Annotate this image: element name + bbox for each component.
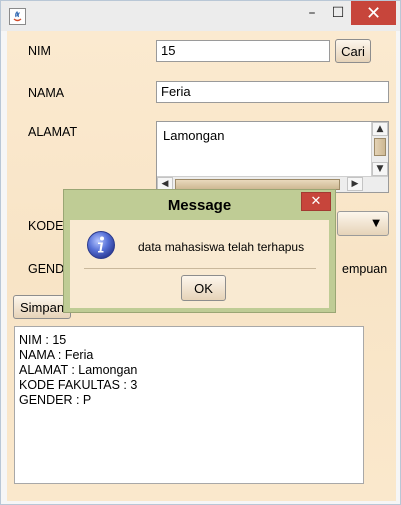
dialog-separator xyxy=(84,268,316,269)
alamat-textarea[interactable]: Lamongan ▲ ▼ ◀ ▶ xyxy=(156,121,389,193)
scroll-up-icon[interactable]: ▲ xyxy=(372,122,388,136)
chevron-down-icon: ▼ xyxy=(372,218,380,229)
cari-button[interactable]: Cari xyxy=(335,39,371,63)
nim-label: NIM xyxy=(28,44,51,58)
ok-button[interactable]: OK xyxy=(181,275,226,301)
output-line-alamat: ALAMAT : Lamongan xyxy=(19,363,138,377)
gender-perempuan-option[interactable]: empuan xyxy=(342,262,387,276)
output-area[interactable]: NIM : 15 NAMA : Feria ALAMAT : Lamongan … xyxy=(14,326,364,484)
close-button[interactable]: ✕ xyxy=(351,1,396,25)
title-bar: – ☐ ✕ xyxy=(1,1,400,31)
message-dialog: Message ✕ data mahasiswa telah terhapus … xyxy=(63,189,336,313)
output-line-nama: NAMA : Feria xyxy=(19,348,94,362)
nama-input[interactable]: Feria xyxy=(156,81,389,103)
scroll-down-icon[interactable]: ▼ xyxy=(372,162,388,176)
dialog-body: data mahasiswa telah terhapus OK xyxy=(70,220,329,308)
minimize-button[interactable]: – xyxy=(299,1,325,25)
dialog-title: Message xyxy=(167,196,232,214)
app-window: – ☐ ✕ NIM 15 Cari NAMA Feria ALAMAT Lamo… xyxy=(0,0,401,505)
alamat-text: Lamongan xyxy=(163,128,225,143)
info-icon xyxy=(86,230,116,260)
alamat-label: ALAMAT xyxy=(28,125,78,139)
output-line-kode-fakultas: KODE FAKULTAS : 3 xyxy=(19,378,138,392)
scroll-right-icon[interactable]: ▶ xyxy=(347,177,363,191)
output-line-gender: GENDER : P xyxy=(19,393,92,407)
dialog-close-button[interactable]: ✕ xyxy=(301,192,331,211)
vertical-scroll-thumb[interactable] xyxy=(374,138,386,156)
java-app-icon xyxy=(9,8,26,25)
maximize-button[interactable]: ☐ xyxy=(325,1,351,25)
nama-label: NAMA xyxy=(28,86,65,100)
dialog-message: data mahasiswa telah terhapus xyxy=(138,240,305,254)
output-line-nim: NIM : 15 xyxy=(19,333,67,347)
alamat-vertical-scrollbar[interactable]: ▲ ▼ xyxy=(371,122,388,178)
kode-fakultas-combo[interactable]: ▼ xyxy=(337,211,389,236)
nim-input[interactable]: 15 xyxy=(156,40,330,62)
